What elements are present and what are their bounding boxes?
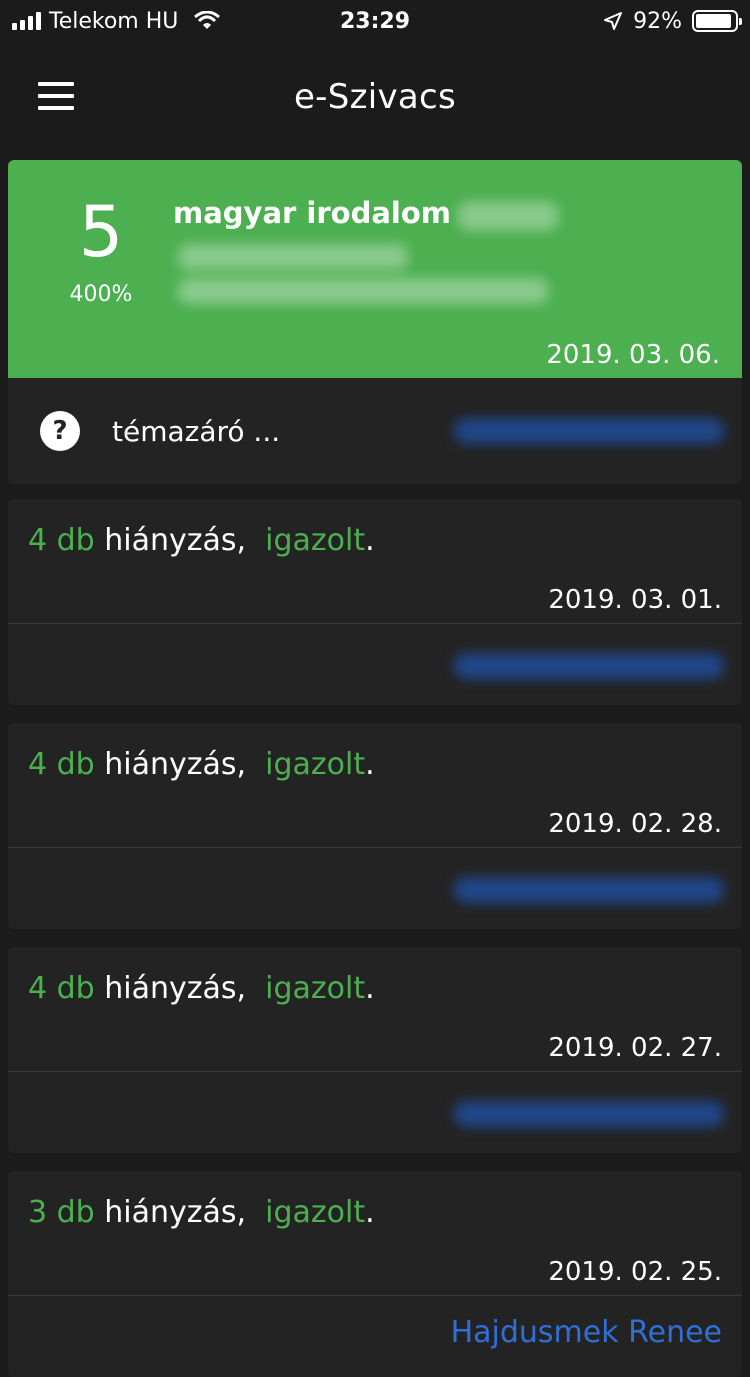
grade-value: 5: [78, 191, 124, 273]
absence-date: 2019. 02. 27.: [548, 1033, 722, 1063]
page-title: e-Szivacs: [293, 77, 457, 117]
absence-status: igazolt: [265, 971, 366, 1006]
absence-count: 3 db: [28, 1195, 95, 1230]
redacted-teacher: [454, 1101, 724, 1127]
redacted-teacher: [454, 877, 724, 903]
divider: [8, 847, 742, 848]
absence-label: hiányzás,: [104, 523, 247, 558]
absence-count: 4 db: [28, 747, 95, 782]
absence-label: hiányzás,: [104, 747, 247, 782]
absence-date: 2019. 02. 28.: [548, 809, 722, 839]
grade-card[interactable]: 5 400% magyar irodalom 2019. 03. 06.: [8, 160, 742, 378]
absence-teacher: Hajdusmek Renee: [450, 1315, 722, 1350]
absence-label: hiányzás,: [104, 971, 247, 1006]
clock: 23:29: [339, 8, 411, 34]
redacted-detail-line-1: [178, 244, 408, 270]
divider: [8, 1071, 742, 1072]
redacted-teacher: [454, 653, 724, 679]
divider: [8, 623, 742, 624]
absence-summary: 3 db hiányzás, igazolt.: [28, 1195, 375, 1230]
battery-icon: [692, 10, 742, 32]
absence-summary: 4 db hiányzás, igazolt.: [28, 523, 375, 558]
grade-detail-row[interactable]: ? témazáró ...: [8, 378, 742, 484]
battery-fill: [696, 14, 731, 28]
divider: [8, 1295, 742, 1296]
absence-count: 4 db: [28, 971, 95, 1006]
absence-card[interactable]: 4 db hiányzás, igazolt. 2019. 03. 01.: [8, 499, 742, 705]
absence-count: 4 db: [28, 523, 95, 558]
grade-date: 2019. 03. 06.: [546, 340, 720, 370]
grade-subject: magyar irodalom: [173, 196, 451, 230]
absence-date: 2019. 02. 25.: [548, 1257, 722, 1287]
absence-summary: 4 db hiányzás, igazolt.: [28, 971, 375, 1006]
absence-summary: 4 db hiányzás, igazolt.: [28, 747, 375, 782]
hamburger-menu-icon[interactable]: [38, 82, 74, 110]
grade-percent: 400%: [69, 282, 133, 307]
status-bar: Telekom HU 23:29 92%: [0, 0, 750, 42]
absence-label: hiányzás,: [104, 1195, 247, 1230]
absence-card[interactable]: 4 db hiányzás, igazolt. 2019. 02. 28.: [8, 723, 742, 929]
redacted-teacher: [454, 418, 724, 444]
absence-status: igazolt: [265, 523, 366, 558]
app-bar: e-Szivacs: [0, 42, 750, 152]
question-circle-icon: ?: [40, 411, 80, 451]
absence-date: 2019. 03. 01.: [548, 585, 722, 615]
absence-card[interactable]: 4 db hiányzás, igazolt. 2019. 02. 27.: [8, 947, 742, 1153]
grade-theme: témazáró ...: [112, 415, 281, 448]
absence-status: igazolt: [265, 1195, 366, 1230]
absence-card[interactable]: 3 db hiányzás, igazolt. 2019. 02. 25. Ha…: [8, 1171, 742, 1377]
absence-status: igazolt: [265, 747, 366, 782]
redacted-subject-suffix: [458, 202, 558, 230]
redacted-detail-line-2: [178, 278, 548, 304]
